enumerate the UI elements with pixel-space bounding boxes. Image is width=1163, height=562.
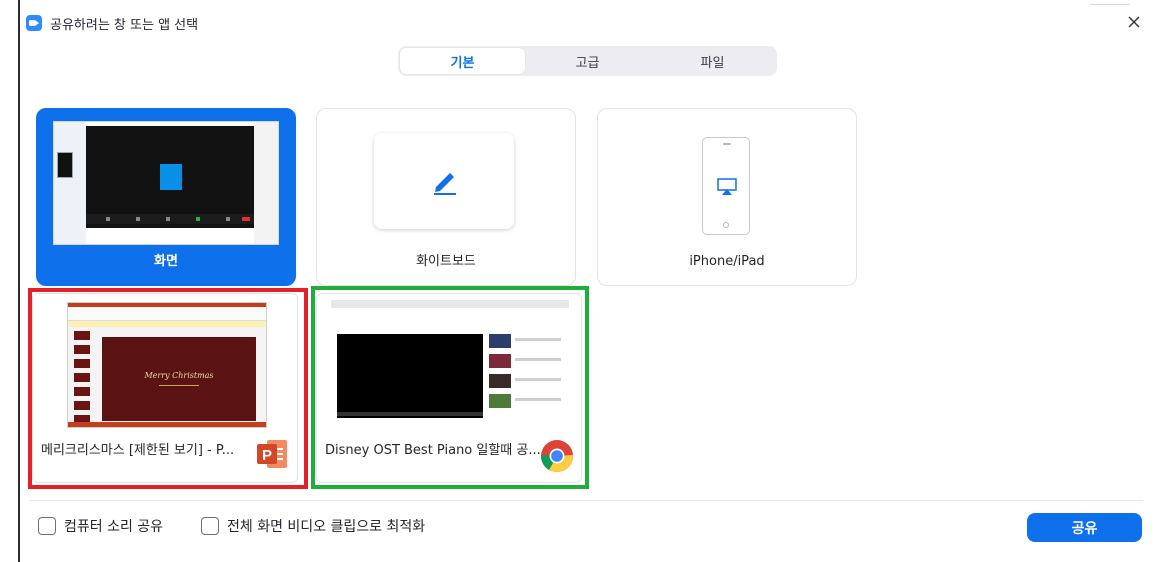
tab-files[interactable]: 파일 [650, 48, 775, 74]
dialog-title: 공유하려는 창 또는 앱 선택 [50, 17, 199, 33]
share-option-label: iPhone/iPad [689, 254, 765, 269]
share-sound-checkbox[interactable] [38, 517, 56, 535]
share-option-label: 화이트보드 [416, 254, 476, 269]
airplay-icon [717, 178, 737, 195]
share-sound-label: 컴퓨터 소리 공유 [64, 519, 164, 535]
screen-thumbnail [53, 121, 279, 245]
pen-icon [434, 173, 456, 195]
optimize-video-option[interactable]: 전체 화면 비디오 클립으로 최적화 [201, 516, 425, 536]
optimize-video-label: 전체 화면 비디오 클립으로 최적화 [227, 519, 426, 535]
window-left-edge [18, 0, 20, 562]
window-top-edge [1090, 4, 1130, 5]
phone-graphic [702, 137, 750, 235]
share-option-label: 화면 [154, 254, 178, 269]
tab-basic[interactable]: 기본 [400, 48, 525, 74]
optimize-video-checkbox[interactable] [201, 517, 219, 535]
highlight-box-green [311, 286, 589, 489]
close-icon[interactable] [1124, 12, 1144, 32]
dialog-titlebar: 공유하려는 창 또는 앱 선택 [26, 12, 198, 34]
footer-divider [30, 500, 1143, 501]
share-option-iphone-ipad[interactable]: iPhone/iPad [597, 108, 857, 286]
tab-advanced[interactable]: 고급 [525, 48, 650, 74]
share-option-whiteboard[interactable]: 화이트보드 [316, 108, 576, 286]
highlight-box-red [28, 288, 308, 489]
share-button[interactable]: 공유 [1027, 513, 1142, 542]
zoom-camera-icon [26, 15, 42, 31]
share-option-screen[interactable]: 화면 [36, 108, 296, 286]
share-computer-sound-option[interactable]: 컴퓨터 소리 공유 [38, 516, 163, 536]
whiteboard-card [374, 133, 514, 229]
share-tabs: 기본 고급 파일 [398, 46, 777, 76]
